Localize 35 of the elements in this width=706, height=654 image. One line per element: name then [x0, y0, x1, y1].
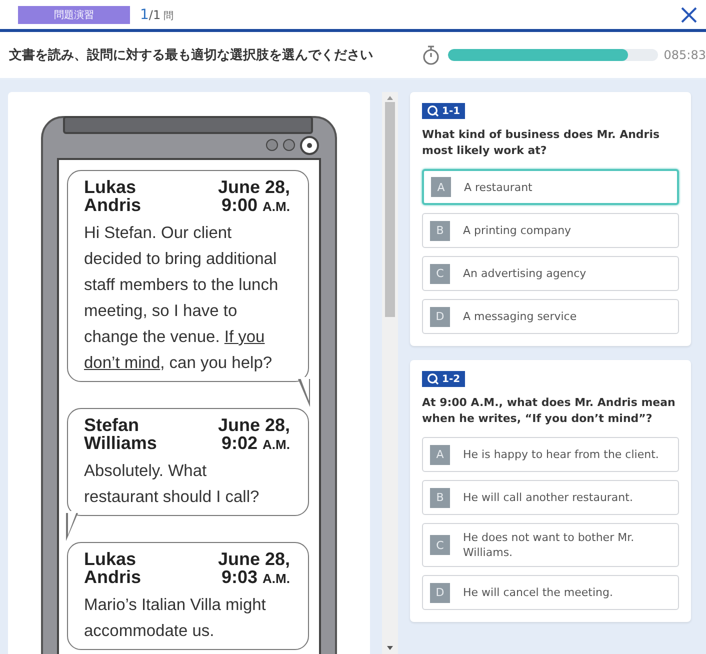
question-unit: 問	[164, 10, 174, 22]
message-text: Absolutely. What restaurant should I call?	[84, 461, 260, 508]
answer-option[interactable]: D He will cancel the meeting.	[422, 575, 679, 610]
instruction-text: 文書を読み、設問に対する最も適切な選択肢を選んでください	[9, 46, 374, 64]
question-text: What kind of business does Mr. Andris most likely work at?	[422, 127, 661, 159]
answer-option[interactable]: C He does not want to bother Mr. Williams.	[422, 523, 679, 567]
search-icon	[427, 105, 439, 117]
message-time: June 28, 9:03 A.M.	[218, 550, 290, 588]
question-counter: 1	[140, 6, 149, 22]
message-time: June 28, 9:02 A.M.	[218, 416, 290, 454]
message-time: June 28, 9:00 A.M.	[218, 178, 290, 216]
search-icon	[427, 373, 439, 385]
message-text: Hi Stefan. Our client decided to bring additional staff members to the lunch meeting, so I have to change the venue. If you don’t mind, can you help?	[84, 223, 280, 374]
message-text: Mario’s Italian Villa might accommodate us.	[84, 595, 267, 642]
time-reading: 085:83	[664, 48, 706, 62]
message-sender: Lukas Andris	[84, 550, 142, 588]
scrollbar[interactable]	[382, 92, 398, 654]
question-text: At 9:00 A.M., what does Mr. Andris mean when he writes, “If you don’t mind”?	[422, 395, 676, 427]
close-icon[interactable]	[680, 6, 698, 24]
mode-badge: 問題演習	[18, 6, 130, 24]
sensor-dot	[266, 139, 278, 151]
message-sender: Lukas Andris	[84, 178, 142, 216]
answer-option[interactable]: B A printing company	[422, 213, 679, 248]
answer-option[interactable]: A He is happy to hear from the client.	[422, 437, 679, 472]
answer-option[interactable]: A A restaurant	[422, 169, 679, 205]
message-sender: Stefan Williams	[84, 416, 158, 454]
answer-option[interactable]: D A messaging service	[422, 299, 679, 334]
camera-icon	[300, 136, 319, 154]
question-number: 1-1	[422, 103, 466, 119]
question-number: 1-2	[422, 371, 466, 387]
answer-option[interactable]: C An advertising agency	[422, 256, 679, 291]
stopwatch-icon	[422, 45, 440, 65]
sensor-dot	[283, 139, 295, 151]
question-total: /1	[148, 8, 161, 22]
answer-option[interactable]: B He will call another restaurant.	[422, 480, 679, 515]
